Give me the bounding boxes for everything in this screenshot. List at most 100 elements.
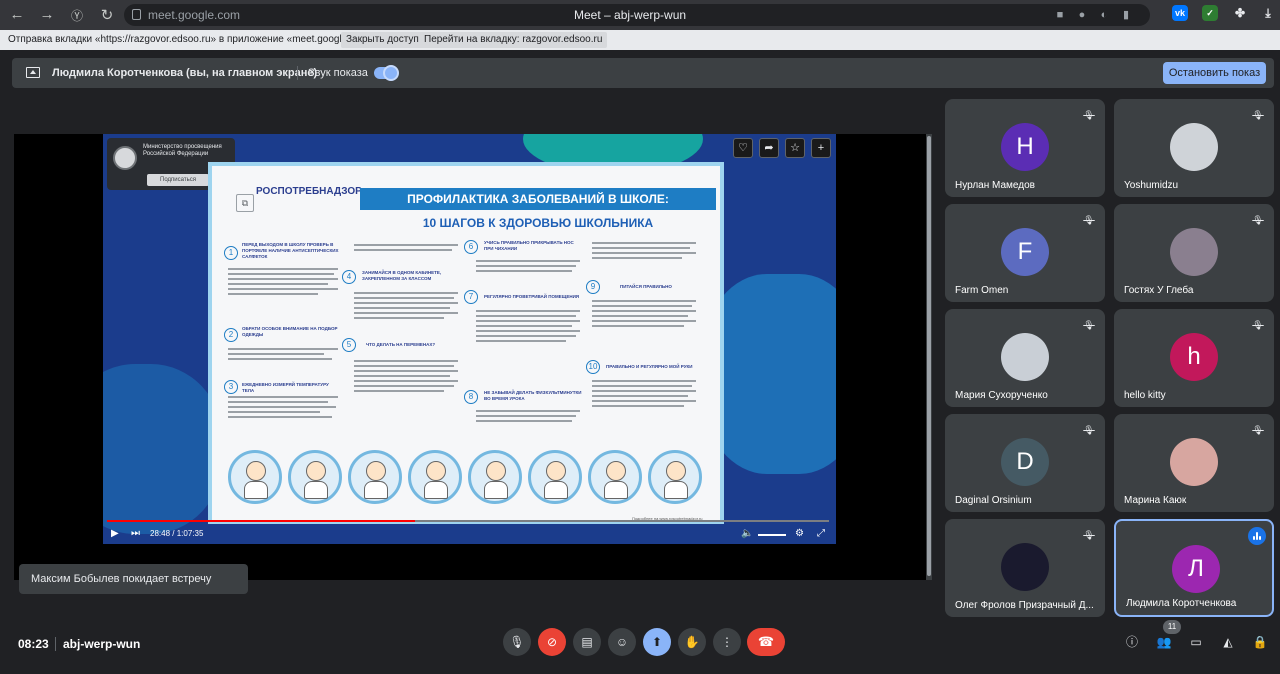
participant-tile[interactable]: 🎙 Марина Каюк bbox=[1114, 414, 1274, 512]
muted-mic-icon: 🎙 bbox=[1252, 110, 1264, 120]
step-number: 7 bbox=[464, 290, 478, 304]
volume-icon[interactable]: 🔈 bbox=[741, 528, 753, 540]
ministry-emblem-icon bbox=[113, 146, 137, 170]
step-title: НЕ ЗАБЫВАЙ ДЕЛАТЬ ФИЗКУЛЬТМИНУТКИ ВО ВРЕ… bbox=[484, 390, 582, 401]
bookmark-icon[interactable]: ▮ bbox=[1120, 9, 1132, 21]
step-title: ПИТАЙСЯ ПРАВИЛЬНО bbox=[620, 284, 672, 289]
participant-name: Марина Каюк bbox=[1124, 495, 1187, 506]
progress-bar[interactable] bbox=[107, 520, 829, 522]
address-bar[interactable]: meet.google.com Meet – abj-werp-wun ■ ● … bbox=[124, 4, 1150, 26]
muted-mic-icon: 🎙 bbox=[1083, 530, 1095, 540]
camera-off-button[interactable]: ⊘ bbox=[538, 628, 566, 656]
avatar: Л bbox=[1172, 545, 1220, 593]
settings-icon[interactable]: ⚙ bbox=[795, 528, 804, 540]
participant-tile[interactable]: 🎙 Гостях У Глеба bbox=[1114, 204, 1274, 302]
participant-name: Yoshumidzu bbox=[1124, 180, 1179, 191]
meeting-info-icon[interactable]: ⓘ bbox=[1124, 634, 1140, 650]
participant-name: Daginal Orsinium bbox=[955, 495, 1032, 506]
step-number: 6 bbox=[464, 240, 478, 254]
step-title: ПЕРЕД ВЫХОДОМ В ШКОЛУ ПРОВЕРЬ В ПОРТФЕЛЕ… bbox=[242, 242, 339, 259]
avatar: F bbox=[1001, 228, 1049, 276]
avatar: Н bbox=[1001, 123, 1049, 171]
share-sound-toggle[interactable] bbox=[374, 65, 399, 81]
microphone-button[interactable]: 🎙 bbox=[503, 628, 531, 656]
step-number: 3 bbox=[224, 380, 238, 394]
volume-slider[interactable] bbox=[758, 534, 786, 536]
step-title: ПРАВИЛЬНО И РЕГУЛЯРНО МОЙ РУКИ bbox=[606, 364, 693, 369]
step-number: 5 bbox=[342, 338, 356, 352]
stop-sharing-button[interactable]: Закрыть доступ bbox=[341, 32, 424, 48]
participant-tile[interactable]: 🎙 F Farm Omen bbox=[945, 204, 1105, 302]
scrollbar-thumb[interactable] bbox=[927, 136, 931, 576]
participant-count-badge: 11 bbox=[1163, 620, 1181, 634]
activities-icon[interactable]: ◭ bbox=[1220, 634, 1236, 650]
participant-tile[interactable]: 🎙 Мария Сухорученко bbox=[945, 309, 1105, 407]
step-number: 1 bbox=[224, 246, 238, 260]
puzzle-extension-icon[interactable]: ✤ bbox=[1232, 5, 1248, 21]
protect-icon[interactable]: ◐ bbox=[1098, 9, 1110, 21]
heart-icon[interactable]: ♡ bbox=[733, 138, 753, 158]
switch-tab-button[interactable]: Перейти на вкладку: razgovor.edsoo.ru bbox=[419, 32, 608, 48]
step-title: ЧТО ДЕЛАТЬ НА ПЕРЕМЕНАХ? bbox=[366, 342, 436, 347]
participant-tile[interactable]: Л Людмила Коротченкова bbox=[1114, 519, 1274, 617]
participant-tile[interactable]: 🎙 Н Нурлан Мамедов bbox=[945, 99, 1105, 197]
emoji-button[interactable]: ☺ bbox=[608, 628, 636, 656]
vk-extension-icon[interactable]: vk bbox=[1172, 5, 1188, 21]
participant-tile[interactable]: 🎙 Yoshumidzu bbox=[1114, 99, 1274, 197]
participant-name: Нурлан Мамедов bbox=[955, 180, 1035, 191]
current-time: 08:23 bbox=[18, 637, 49, 651]
add-icon[interactable]: + bbox=[811, 138, 831, 158]
time-display: 28:48 / 1:07:35 bbox=[150, 529, 204, 538]
divider bbox=[55, 637, 56, 651]
participant-tile[interactable]: 🎙 h hello kitty bbox=[1114, 309, 1274, 407]
step-title: УЧИСЬ ПРАВИЛЬНО ПРИКРЫВАТЬ НОС ПРИ ЧИХАН… bbox=[484, 240, 574, 251]
end-call-button[interactable]: ☎ bbox=[747, 628, 785, 656]
chat-icon[interactable]: ▭ bbox=[1188, 634, 1204, 650]
camera-icon[interactable]: ■ bbox=[1054, 9, 1066, 21]
leave-notification-text: Максим Бобылев покидает встречу bbox=[31, 573, 212, 585]
channel-name: Министерство просвещения Российской Феде… bbox=[143, 144, 222, 157]
people-icon[interactable]: 👥 bbox=[1156, 634, 1172, 650]
muted-mic-icon: 🎙 bbox=[1252, 425, 1264, 435]
reload-icon[interactable]: ↻ bbox=[98, 6, 116, 24]
player-controls: ▶ ⏭ 28:48 / 1:07:35 🔈 ⚙ ⤢ bbox=[103, 518, 836, 544]
captions-button[interactable]: ▤ bbox=[573, 628, 601, 656]
step-title: РЕГУЛЯРНО ПРОВЕТРИВАЙ ПОМЕЩЕНИЯ bbox=[484, 294, 580, 299]
muted-mic-icon: 🎙 bbox=[1083, 320, 1095, 330]
step-number: 9 bbox=[586, 280, 600, 294]
more-options-button[interactable]: ⋮ bbox=[713, 628, 741, 656]
share-icon[interactable]: ➦ bbox=[759, 138, 779, 158]
shield-extension-icon[interactable]: ✓ bbox=[1202, 5, 1218, 21]
step-number: 2 bbox=[224, 328, 238, 342]
participant-tile[interactable]: 🎙 Олег Фролов Призрачный Д... bbox=[945, 519, 1105, 617]
yandex-icon[interactable]: Ⓨ bbox=[68, 7, 86, 24]
next-icon[interactable]: ⏭ bbox=[131, 528, 140, 540]
step-number: 8 bbox=[464, 390, 478, 404]
fullscreen-icon[interactable]: ⤢ bbox=[817, 528, 825, 540]
download-icon[interactable]: ⤓ bbox=[1260, 5, 1276, 21]
open-external-icon[interactable]: ⧉ bbox=[236, 194, 254, 212]
sharing-message: Отправка вкладки «https://razgovor.edsoo… bbox=[8, 34, 383, 45]
mic-icon[interactable]: ● bbox=[1076, 9, 1088, 21]
raise-hand-button[interactable]: ✋ bbox=[678, 628, 706, 656]
muted-mic-icon: 🎙 bbox=[1083, 425, 1095, 435]
forward-icon[interactable]: → bbox=[38, 6, 56, 23]
host-controls-icon[interactable]: 🔒 bbox=[1252, 634, 1268, 650]
avatar-photo bbox=[1170, 123, 1218, 171]
step-title: ОБРАТИ ОСОБОЕ ВНИМАНИЕ НА ПОДБОР ОДЕЖДЫ bbox=[242, 326, 338, 337]
subscribe-button[interactable]: Подписаться bbox=[147, 174, 209, 186]
avatar: D bbox=[1001, 438, 1049, 486]
stop-presenting-button[interactable]: Остановить показ bbox=[1163, 62, 1266, 84]
back-icon[interactable]: ← bbox=[8, 6, 26, 23]
step-number: 4 bbox=[342, 270, 356, 284]
meeting-code: abj-werp-wun bbox=[63, 637, 141, 651]
play-icon[interactable]: ▶ bbox=[111, 528, 119, 540]
shared-video[interactable]: Министерство просвещения Российской Феде… bbox=[103, 134, 836, 544]
step-title: ЕЖЕДНЕВНО ИЗМЕРЯЙ ТЕМПЕРАТУРУ ТЕЛА bbox=[242, 382, 329, 393]
avatar-photo bbox=[1170, 438, 1218, 486]
present-button[interactable]: ⬆ bbox=[643, 628, 671, 656]
url-text: meet.google.com bbox=[148, 8, 241, 22]
step-number: 10 bbox=[586, 360, 600, 374]
star-icon[interactable]: ☆ bbox=[785, 138, 805, 158]
participant-tile[interactable]: 🎙 D Daginal Orsinium bbox=[945, 414, 1105, 512]
